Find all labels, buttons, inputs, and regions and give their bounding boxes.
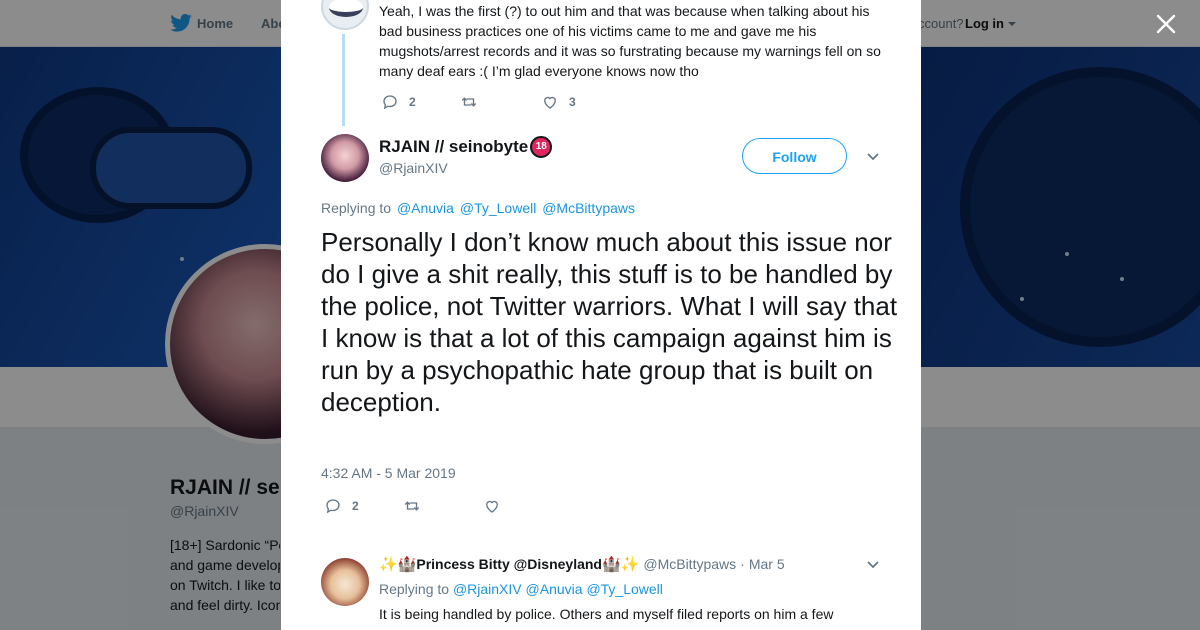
previous-tweet-avatar[interactable]: [321, 0, 369, 30]
follow-button[interactable]: Follow: [742, 138, 847, 174]
reply-tweet-text: It is being handled by police. Others an…: [379, 606, 834, 622]
reply-replying-to-line: Replying to @RjainXIV @Anuvia @Ty_Lowell: [379, 581, 663, 597]
reply-handle[interactable]: @McBittypaws: [643, 556, 736, 572]
main-retweet-button[interactable]: [403, 497, 421, 515]
close-icon[interactable]: [1154, 12, 1178, 36]
like-icon: [486, 500, 498, 513]
like-icon: [544, 96, 556, 109]
castle-icon: 🏰: [397, 556, 417, 573]
mention-link[interactable]: @Ty_Lowell: [586, 581, 662, 597]
display-name: RJAIN // seinobyte: [379, 137, 529, 156]
main-tweet-handle[interactable]: @RjainXIV: [379, 160, 448, 176]
main-like-button[interactable]: [483, 497, 501, 515]
mention-link[interactable]: @McBittypaws: [542, 200, 635, 216]
reply-count: 2: [409, 95, 416, 109]
sparkles-icon: ✨: [620, 556, 640, 573]
castle-icon: 🏰: [601, 556, 621, 573]
mention-link[interactable]: @Ty_Lowell: [460, 200, 536, 216]
mention-link[interactable]: @Anuvia: [397, 200, 454, 216]
chevron-down-icon[interactable]: [866, 560, 880, 570]
tweet-timestamp[interactable]: 4:32 AM - 5 Mar 2019: [321, 465, 456, 481]
reply-date[interactable]: Mar 5: [749, 556, 785, 572]
reply-icon: [326, 499, 340, 514]
main-tweet-name[interactable]: RJAIN // seinobyte 18: [379, 136, 553, 158]
reply-separator: ·: [740, 556, 745, 572]
previous-reply-button[interactable]: 2: [381, 93, 416, 111]
tweet-modal: Yeah, I was the first (?) to out him and…: [281, 0, 921, 630]
previous-like-button[interactable]: 3: [541, 93, 576, 111]
retweet-icon: [404, 501, 420, 511]
reply-count: 2: [352, 499, 359, 513]
previous-retweet-button[interactable]: [460, 93, 478, 111]
replying-to-line: Replying to @Anuvia @Ty_Lowell @McBittyp…: [321, 200, 635, 216]
replying-label: Replying to: [379, 581, 450, 597]
adult-badge-icon: 18: [530, 136, 553, 158]
sparkles-icon: ✨: [379, 556, 398, 573]
chevron-down-icon[interactable]: [866, 152, 880, 162]
main-tweet-avatar[interactable]: [321, 134, 369, 182]
replying-label: Replying to: [321, 200, 392, 216]
reply-icon: [383, 95, 397, 110]
main-tweet-text: Personally I don’t know much about this …: [321, 227, 898, 417]
previous-tweet-text: Yeah, I was the first (?) to out him and…: [379, 3, 881, 79]
reply-tweet-avatar[interactable]: [321, 558, 369, 606]
retweet-icon: [461, 97, 477, 107]
reply-tweet-header: ✨ 🏰 Princess Bitty @Disneyland 🏰 ✨ @McBi…: [379, 555, 785, 573]
thread-connector: [342, 34, 345, 126]
reply-display-name[interactable]: Princess Bitty @Disneyland: [416, 556, 602, 572]
main-reply-button[interactable]: 2: [324, 497, 359, 515]
mention-link[interactable]: @Anuvia: [526, 581, 583, 597]
mention-link[interactable]: @RjainXIV: [453, 581, 522, 597]
like-count: 3: [569, 95, 576, 109]
